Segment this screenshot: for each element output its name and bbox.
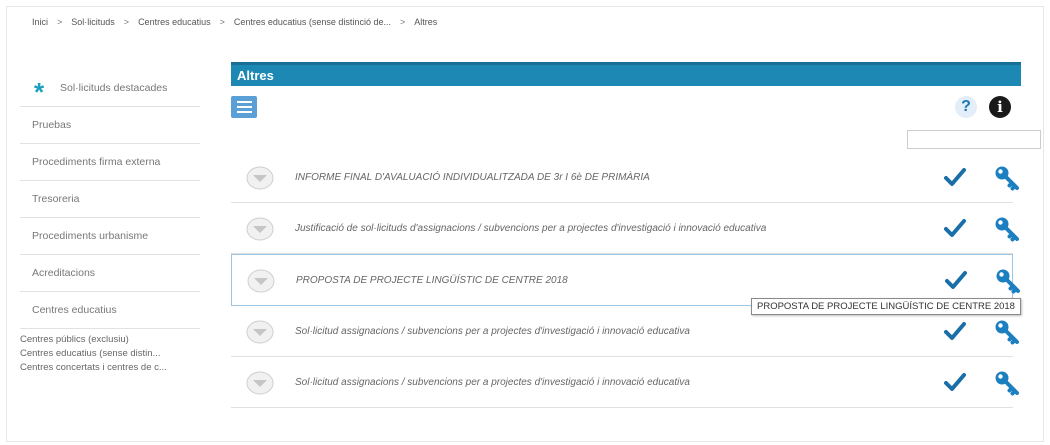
sidebar-item-label: Acreditacions [32, 267, 96, 279]
tooltip: PROPOSTA DE PROJECTE LINGÜÍSTIC DE CENTR… [751, 298, 1021, 315]
breadcrumb-item-sense-distincio[interactable]: Centres educatius (sense distinció de... [234, 17, 391, 27]
list-item[interactable]: Sol·licitud assignacions / subvencions p… [231, 357, 1019, 408]
breadcrumb-item-altres: Altres [414, 17, 438, 27]
key-icon[interactable] [994, 165, 1020, 191]
check-icon[interactable] [944, 372, 966, 392]
info-icon[interactable]: i [989, 96, 1011, 118]
key-icon[interactable] [994, 319, 1020, 345]
sidebar-item-urbanisme[interactable]: Procediments urbanisme [20, 218, 200, 255]
section-title: Altres [231, 62, 1021, 86]
sidebar-subitem-sense-distincio[interactable]: Centres educatius (sense distin... [20, 347, 200, 361]
chevron-down-icon[interactable] [246, 217, 274, 241]
asterisk-icon: * [33, 77, 45, 107]
sidebar-item-centres-educatius[interactable]: Centres educatius [20, 292, 200, 329]
breadcrumb-separator: > [123, 17, 130, 27]
breadcrumb-item-sollicituds[interactable]: Sol·licituds [71, 17, 115, 27]
sidebar-item-firma-externa[interactable]: Procediments firma externa [20, 144, 200, 181]
breadcrumb-item-inici[interactable]: Inici [32, 17, 48, 27]
procedure-title: Justificació de sol·licituds d'assignaci… [295, 222, 767, 234]
breadcrumb: Inici > Sol·licituds > Centres educatius > Cen… [32, 17, 437, 27]
procedure-title: Sol·licitud assignacions / subvencions p… [295, 325, 690, 337]
sidebar-subitems: Centres públics (exclusiu) Centres educa… [20, 333, 200, 375]
procedure-list: INFORME FINAL D'AVALUACIÓ INDIVIDUALITZA… [231, 152, 1020, 408]
breadcrumb-separator: > [57, 17, 63, 27]
procedure-title: INFORME FINAL D'AVALUACIÓ INDIVIDUALITZA… [295, 171, 650, 183]
chevron-down-icon[interactable] [246, 166, 274, 190]
sidebar-item-label: Procediments firma externa [32, 156, 161, 168]
breadcrumb-separator: > [399, 17, 406, 27]
menu-icon[interactable] [231, 96, 257, 118]
sidebar: * Sol·licituds destacades Pruebas Proced… [20, 70, 200, 375]
list-item[interactable]: Justificació de sol·licituds d'assignaci… [231, 203, 1019, 254]
main-content: Altres ? i INFORME FINAL D'AVALUACIÓ IND… [231, 62, 1041, 408]
check-icon[interactable] [944, 218, 966, 238]
sidebar-subitem-publics[interactable]: Centres públics (exclusiu) [20, 333, 200, 347]
chevron-down-icon[interactable] [246, 371, 274, 395]
sidebar-item-pruebas[interactable]: Pruebas [20, 107, 200, 144]
chevron-down-icon[interactable] [246, 320, 274, 344]
sidebar-item-acreditacions[interactable]: Acreditacions [20, 255, 200, 292]
key-icon[interactable] [994, 370, 1020, 396]
sidebar-subitem-concertats[interactable]: Centres concertats i centres de c... [20, 361, 200, 375]
procedure-title: PROPOSTA DE PROJECTE LINGÜÍSTIC DE CENTR… [296, 274, 568, 286]
check-icon[interactable] [944, 167, 966, 187]
sidebar-item-label: Pruebas [32, 119, 72, 131]
key-icon[interactable] [995, 268, 1021, 294]
check-icon[interactable] [945, 270, 967, 290]
toolbar: ? i [231, 86, 1021, 128]
help-icon[interactable]: ? [955, 96, 977, 118]
list-item[interactable]: INFORME FINAL D'AVALUACIÓ INDIVIDUALITZA… [231, 152, 1019, 203]
sidebar-item-label: Centres educatius [32, 304, 117, 316]
sidebar-item-tresoreria[interactable]: Tresoreria [20, 181, 200, 218]
check-icon[interactable] [944, 321, 966, 341]
sidebar-item-label: Tresoreria [32, 193, 80, 205]
key-icon[interactable] [994, 216, 1020, 242]
chevron-down-icon[interactable] [247, 269, 275, 293]
breadcrumb-separator: > [219, 17, 225, 27]
sidebar-item-label: Procediments urbanisme [32, 230, 149, 242]
search-input[interactable] [907, 130, 1041, 149]
sidebar-item-destacades[interactable]: * Sol·licituds destacades [20, 70, 200, 107]
procedure-title: Sol·licitud assignacions / subvencions p… [295, 376, 690, 388]
breadcrumb-item-centres-educatius[interactable]: Centres educatius [138, 17, 211, 27]
sidebar-item-label: Sol·licituds destacades [60, 82, 168, 94]
